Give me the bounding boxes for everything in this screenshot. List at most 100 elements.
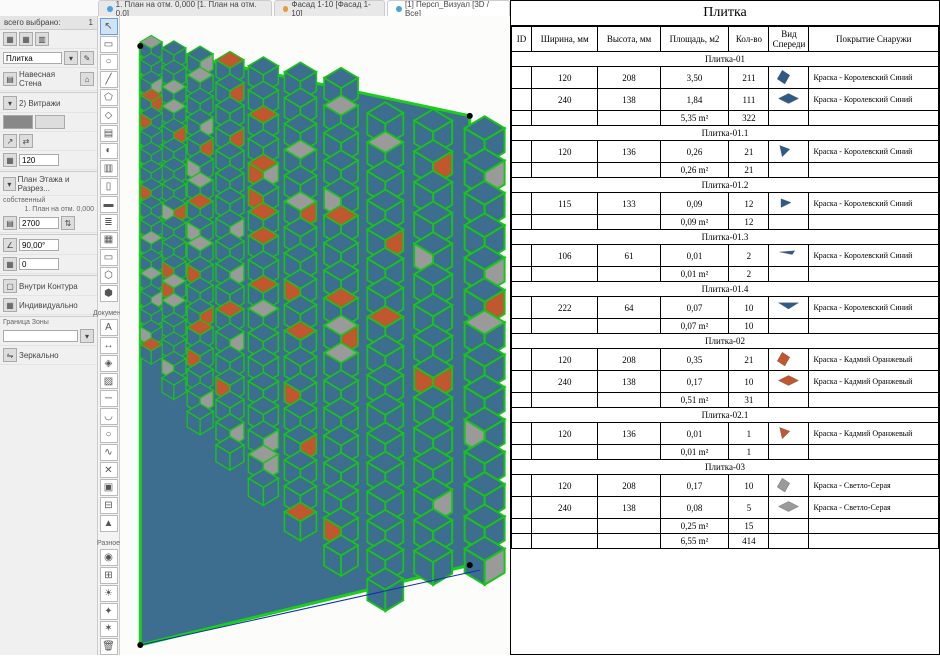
circle-tool-icon[interactable]: ○ xyxy=(100,426,118,443)
table-row[interactable]: 222640,0710Краска - Королевский Синий xyxy=(512,297,939,319)
selected-count: 1 xyxy=(89,18,93,27)
level-icon[interactable]: ▤ xyxy=(3,216,17,230)
cell-qty: 12 xyxy=(729,193,769,215)
corner-handle[interactable] xyxy=(467,113,473,119)
cell-coating: Краска - Королевский Синий xyxy=(809,193,939,215)
swap-icon[interactable]: ⇄ xyxy=(19,134,33,148)
star-tool-icon[interactable]: ✶ xyxy=(100,621,118,638)
column-tool-icon[interactable]: ▯ xyxy=(100,178,118,195)
table-row[interactable]: 2401381,84111Краска - Королевский Синий xyxy=(512,89,939,111)
table-row[interactable]: 1151330,0912Краска - Королевский Синий xyxy=(512,193,939,215)
tab-facade[interactable]: Фасад 1-10 [Фасад 1-10] xyxy=(274,0,386,16)
arrow-tool-icon[interactable]: ↖ xyxy=(100,18,118,35)
figure-tool-icon[interactable]: ▣ xyxy=(100,479,118,496)
zero-input[interactable] xyxy=(19,258,59,270)
camera-tool-icon[interactable]: ◉ xyxy=(100,549,118,566)
line-tool-icon[interactable]: ╱ xyxy=(100,71,118,88)
column-header: Вид Спереди xyxy=(769,27,809,52)
grid-icon[interactable]: ▦ xyxy=(19,32,33,46)
table-row[interactable]: 1202080,1710Краска - Светло-Серая xyxy=(512,475,939,497)
contour-icon[interactable]: ▢ xyxy=(3,279,17,293)
stepper-icon[interactable]: ⇅ xyxy=(61,216,75,230)
dropdown-icon[interactable]: ▾ xyxy=(80,329,94,343)
table-row[interactable]: 1201360,011Краска - Кадмий Оранжевый xyxy=(512,423,939,445)
rect-icon[interactable] xyxy=(35,115,65,129)
angle-icon[interactable]: ∠ xyxy=(3,238,17,252)
subtotal-area: 0,51 m² xyxy=(660,393,729,408)
table-row[interactable]: 1202080,3521Краска - Кадмий Оранжевый xyxy=(512,349,939,371)
object-tool-icon[interactable]: ⬢ xyxy=(100,285,118,302)
layer-name: Навесная Стена xyxy=(19,70,78,88)
table-row[interactable]: 1202083,50211Краска - Королевский Синий xyxy=(512,67,939,89)
zone-input[interactable] xyxy=(3,330,78,342)
grid-tool-icon[interactable]: ⊞ xyxy=(100,567,118,584)
slab-tool-icon[interactable]: ▭ xyxy=(100,249,118,266)
grid-b-icon[interactable]: ▦ xyxy=(3,153,17,167)
tab-3d[interactable]: [1] Персп_Визуал [3D / Все] xyxy=(387,0,510,16)
magic-tool-icon[interactable]: ✦ xyxy=(100,603,118,620)
subtotal-row: 0,25 m²15 xyxy=(512,519,939,534)
pen-icon[interactable]: ✎ xyxy=(80,51,94,65)
roof-tool-icon[interactable]: ◇ xyxy=(100,107,118,124)
group-header-row: Плитка-01.3 xyxy=(512,230,939,245)
morph-tool-icon[interactable]: ⬡ xyxy=(100,267,118,284)
beam-tool-icon[interactable]: ▬ xyxy=(100,196,118,213)
sun-tool-icon[interactable]: ☀ xyxy=(100,585,118,602)
shell-tool-icon[interactable]: ◐ xyxy=(100,143,118,160)
tool-name-input[interactable] xyxy=(3,52,62,64)
table-row[interactable]: 1201360,2621Краска - Королевский Синий xyxy=(512,141,939,163)
arc-tool-icon[interactable]: ◡ xyxy=(100,408,118,425)
line2-tool-icon[interactable]: ─ xyxy=(100,390,118,407)
spline-tool-icon[interactable]: ∿ xyxy=(100,444,118,461)
stair-tool-icon[interactable]: ≣ xyxy=(100,214,118,231)
rect-icon[interactable] xyxy=(3,115,33,129)
dim-tool-icon[interactable]: ↔ xyxy=(100,337,118,354)
table-row[interactable]: 106610,012Краска - Королевский Синий xyxy=(512,245,939,267)
fill-tool-icon[interactable]: ▨ xyxy=(100,373,118,390)
collapse-icon[interactable]: ▾ xyxy=(3,177,16,191)
layer-value-input[interactable] xyxy=(19,154,59,166)
cell-area: 0,07 xyxy=(660,297,729,319)
corner-handle[interactable] xyxy=(137,642,143,648)
perspective-icon[interactable]: ▥ xyxy=(35,32,49,46)
axis-icon[interactable]: ↗ xyxy=(3,134,17,148)
3d-viewport[interactable] xyxy=(120,16,510,655)
mirror-icon[interactable]: ⇋ xyxy=(3,348,17,362)
subtotal-area: 0,01 m² xyxy=(660,267,729,282)
wall-tool-icon[interactable]: ▦ xyxy=(100,232,118,249)
grid-d-icon[interactable]: ▦ xyxy=(3,298,17,312)
angle-input[interactable] xyxy=(19,239,59,251)
table-row[interactable]: 2401380,085Краска - Светло-Серая xyxy=(512,497,939,519)
tab-plan[interactable]: 1. План на отм. 0,000 [1. План на отм. 0… xyxy=(98,0,272,16)
trash-tool-icon[interactable]: 🗑 xyxy=(100,638,118,655)
section-tool-icon[interactable]: ⊟ xyxy=(100,497,118,514)
corner-handle[interactable] xyxy=(137,43,143,49)
plan-ref: 1. План на отм. 0,000 xyxy=(0,205,97,214)
subtotal-qty: 12 xyxy=(729,215,769,230)
document-tabs: 1. План на отм. 0,000 [1. План на отм. 0… xyxy=(98,0,510,16)
group-header-row: Плитка-02.1 xyxy=(512,408,939,423)
grid-c-icon[interactable]: ▦ xyxy=(3,257,17,271)
cube-icon[interactable]: ▦ xyxy=(3,32,17,46)
house-icon[interactable]: ⌂ xyxy=(80,72,94,86)
dropdown-icon[interactable]: ▾ xyxy=(64,51,78,65)
height-input[interactable] xyxy=(19,217,59,229)
section-walls: 2) Витражи xyxy=(19,99,61,108)
curtain-tool-icon[interactable]: ▥ xyxy=(100,160,118,177)
poly-tool-icon[interactable]: ⬠ xyxy=(100,89,118,106)
corner-handle[interactable] xyxy=(467,562,473,568)
hotspot-tool-icon[interactable]: ✕ xyxy=(100,462,118,479)
rect-tool-icon[interactable]: ▭ xyxy=(100,36,118,53)
cell-height: 136 xyxy=(598,423,660,445)
table-row[interactable]: 2401380,1710Краска - Кадмий Оранжевый xyxy=(512,371,939,393)
total-qty: 414 xyxy=(729,534,769,549)
collapse-icon[interactable]: ▾ xyxy=(3,96,17,110)
mesh-tool-icon[interactable]: ▤ xyxy=(100,125,118,142)
ellipse-tool-icon[interactable]: ○ xyxy=(100,54,118,71)
table-title: Плитка xyxy=(511,1,939,26)
text-tool-icon[interactable]: A xyxy=(100,319,118,336)
subtotal-qty: 2 xyxy=(729,267,769,282)
elevation-tool-icon[interactable]: ▲ xyxy=(100,515,118,532)
label-tool-icon[interactable]: ◈ xyxy=(100,355,118,372)
wall-icon[interactable]: ▤ xyxy=(3,72,17,86)
